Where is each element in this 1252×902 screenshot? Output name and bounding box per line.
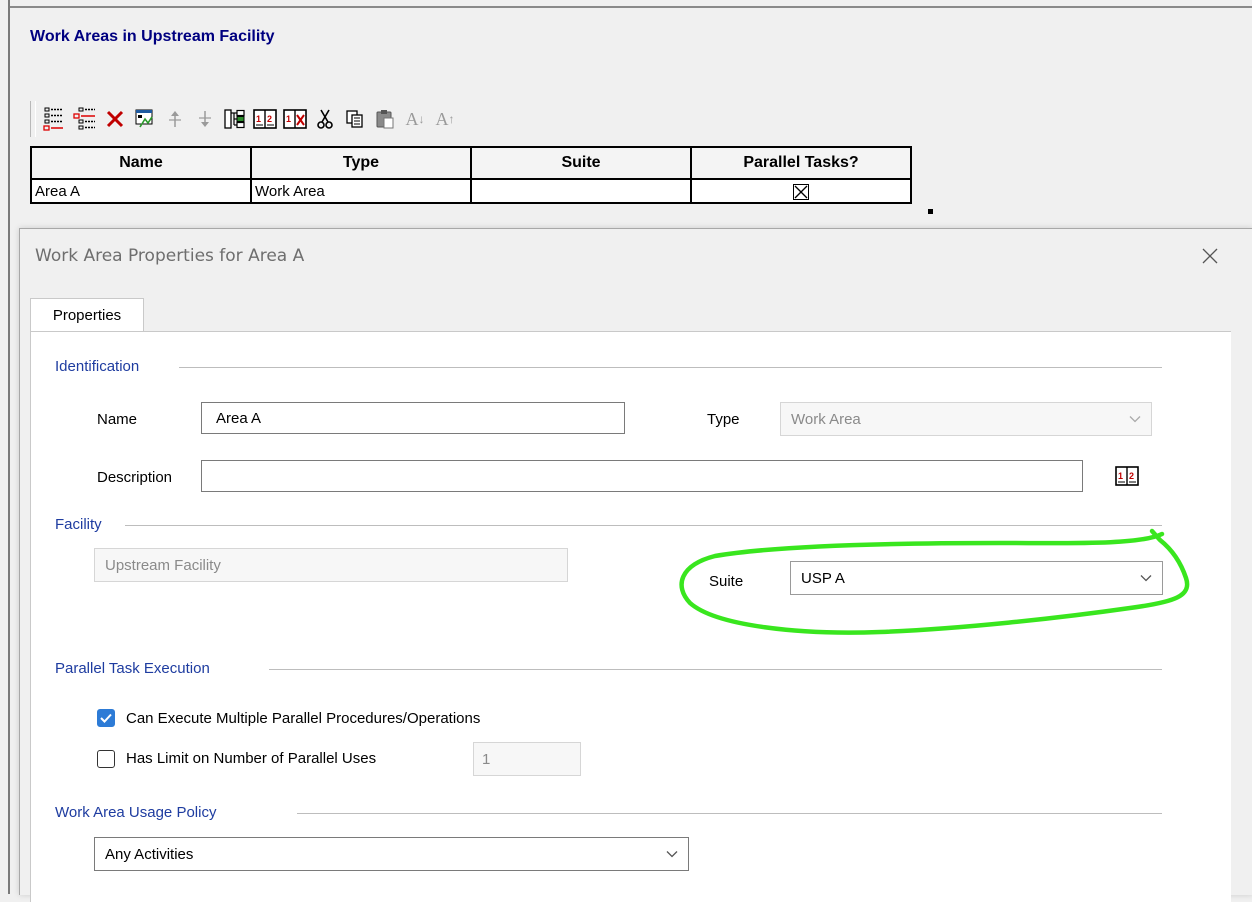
cell-name[interactable]: Area A: [30, 178, 252, 204]
parallel-group-label: Parallel Task Execution: [55, 660, 220, 677]
list-add-icon[interactable]: [40, 101, 70, 137]
description-label: Description: [97, 469, 173, 486]
multi-parallel-label[interactable]: Can Execute Multiple Parallel Procedures…: [126, 710, 480, 727]
svg-text:1: 1: [1118, 471, 1123, 481]
chevron-down-icon: [1129, 411, 1141, 428]
limit-parallel-label[interactable]: Has Limit on Number of Parallel Uses: [126, 750, 376, 767]
type-select-value: Work Area: [791, 410, 861, 428]
facility-group-label: Facility: [55, 516, 112, 533]
toolbar: 1 2 1 A ↓ A ↑: [30, 96, 460, 142]
chevron-down-icon: [1140, 570, 1152, 587]
column-header-suite[interactable]: Suite: [470, 146, 692, 180]
limit-parallel-checkbox[interactable]: [97, 750, 115, 768]
cut-icon[interactable]: [310, 101, 340, 137]
paste-icon[interactable]: [370, 101, 400, 137]
delete-x-icon[interactable]: [100, 101, 130, 137]
svg-text:1: 1: [286, 114, 291, 124]
cell-parallel-tasks[interactable]: [690, 178, 912, 204]
parallel-tasks-checkbox[interactable]: [793, 183, 809, 200]
book-delete-icon[interactable]: 1: [280, 101, 310, 137]
suite-label: Suite: [709, 573, 744, 590]
facility-field[interactable]: Upstream Facility: [94, 548, 568, 582]
chevron-down-icon: [666, 846, 678, 863]
move-up-icon[interactable]: [160, 101, 190, 137]
facility-divider: [125, 525, 1162, 526]
toolbar-grip[interactable]: [30, 101, 36, 137]
dialog-title: Work Area Properties for Area A: [35, 246, 305, 266]
svg-text:2: 2: [1129, 471, 1134, 481]
usage-divider: [297, 813, 1162, 814]
identification-divider: [179, 367, 1162, 368]
window-title: Work Areas in Upstream Facility: [30, 28, 275, 45]
font-increase-icon[interactable]: A ↑: [430, 101, 460, 137]
suite-select-value: USP A: [801, 569, 845, 587]
work-area-properties-dialog: Work Area Properties for Area A Properti…: [19, 228, 1252, 902]
suite-select[interactable]: USP A: [790, 561, 1163, 595]
table-row[interactable]: Area A Work Area: [30, 178, 912, 204]
cell-suite[interactable]: [470, 178, 692, 204]
usage-group-label: Work Area Usage Policy: [55, 804, 227, 821]
name-label: Name: [97, 411, 138, 428]
properties-panel: Identification Name Area A Type Work Are…: [30, 331, 1231, 902]
usage-policy-value: Any Activities: [105, 845, 194, 863]
tab-properties[interactable]: Properties: [30, 298, 144, 332]
svg-text:2: 2: [267, 114, 272, 124]
multi-parallel-checkbox[interactable]: [97, 709, 115, 727]
limit-value-field[interactable]: 1: [473, 742, 581, 776]
column-header-name[interactable]: Name: [30, 146, 252, 180]
type-select[interactable]: Work Area: [780, 402, 1152, 436]
list-insert-icon[interactable]: [70, 101, 100, 137]
column-header-type[interactable]: Type: [250, 146, 472, 180]
type-label: Type: [707, 411, 740, 428]
description-field[interactable]: [201, 460, 1083, 492]
hierarchy-icon[interactable]: [220, 101, 250, 137]
copy-icon[interactable]: [340, 101, 370, 137]
column-header-parallel-tasks[interactable]: Parallel Tasks?: [690, 146, 912, 180]
svg-text:1: 1: [256, 114, 261, 124]
parallel-divider: [269, 669, 1162, 670]
window-border-left: [8, 0, 10, 894]
grid-header-row: Name Type Suite Parallel Tasks?: [30, 146, 912, 180]
book-icon[interactable]: 1 2: [250, 101, 280, 137]
name-field[interactable]: Area A: [201, 402, 625, 434]
cell-type[interactable]: Work Area: [250, 178, 472, 204]
identification-group-label: Identification: [55, 358, 150, 375]
window-border-top: [8, 6, 1252, 8]
main-window: Work Areas in Upstream Facility 1 2 1 A …: [0, 0, 1252, 902]
work-areas-grid[interactable]: Name Type Suite Parallel Tasks? Area A W…: [30, 146, 912, 204]
move-down-icon[interactable]: [190, 101, 220, 137]
grid-resize-handle[interactable]: [928, 209, 933, 214]
close-icon[interactable]: [1196, 242, 1224, 270]
usage-policy-select[interactable]: Any Activities: [94, 837, 689, 871]
font-decrease-icon[interactable]: A ↓: [400, 101, 430, 137]
book-icon[interactable]: 1 2: [1113, 462, 1141, 490]
properties-icon[interactable]: [130, 101, 160, 137]
